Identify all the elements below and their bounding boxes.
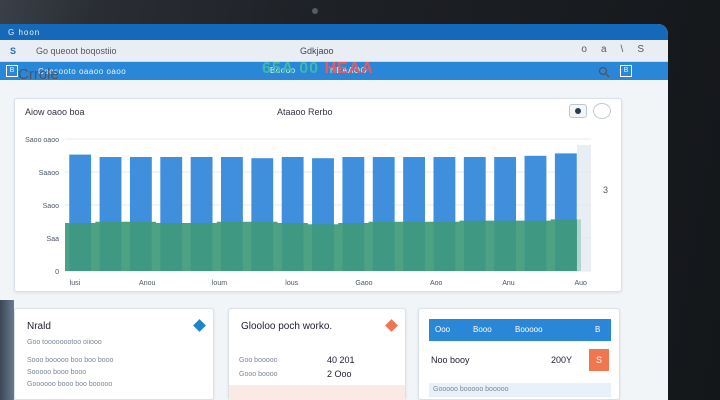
device-bezel: G hoon S Go queoot boqostiio Gdkjaoo o a… — [0, 0, 720, 400]
y-tick-label: Saoo — [43, 203, 59, 210]
y-tick-label: Saaoo — [39, 170, 59, 177]
card1-line2: Sooo booooo boo boo booo — [27, 357, 114, 364]
app-brand: G hoon — [8, 27, 41, 37]
search-icon[interactable] — [598, 66, 610, 81]
y-tick-label: Saoo oaoo — [25, 137, 59, 144]
page-code-part2: 00 — [299, 60, 325, 77]
info-card-1[interactable]: Nrald Goo toooooootoo oiiooo Sooo booooo… — [14, 308, 214, 400]
diamond-icon — [193, 319, 206, 332]
address-field[interactable]: Go queoot boqostiio — [36, 46, 117, 56]
card1-line4: Goooooo booo boo booooo — [27, 381, 113, 388]
camera-dot — [312, 8, 318, 14]
menu-box-icon[interactable]: B — [6, 65, 18, 77]
card3-h2: Booo — [473, 325, 492, 334]
side-value: 3 — [603, 185, 608, 195]
card2-row2-label: Gooo boooo — [239, 371, 278, 378]
y-tick-label: Saa — [47, 236, 60, 243]
y-tick-label: 0 — [55, 269, 59, 276]
range-marker — [577, 145, 591, 271]
toolbar-title: Gdkjaoo — [300, 46, 334, 56]
address-toolbar: S Go queoot boqostiio Gdkjaoo o a \ S — [0, 40, 668, 62]
chart-title: Aiow oaoo boa — [25, 107, 85, 117]
x-tick-label: Auo — [574, 280, 587, 287]
card1-line3: Sooooo booo booo — [27, 369, 87, 376]
options-button[interactable] — [593, 103, 611, 119]
card2-footer-strip — [229, 385, 405, 400]
diamond-icon — [385, 319, 398, 332]
bell-icon[interactable]: a — [601, 44, 607, 55]
site-icon[interactable]: S — [10, 46, 24, 56]
title-bar: G hoon — [0, 24, 668, 40]
info-card-2[interactable]: Glooloo poch worko. Goo booooo 40 201 Go… — [228, 308, 406, 400]
chart-card: Aiow oaoo boa Ataaoo Rerbo Saoo oaoo Saao… — [14, 98, 622, 292]
page-title: Crrole — [18, 66, 59, 83]
record-button[interactable] — [569, 104, 587, 118]
toolbar-icons: o a \ S — [581, 44, 644, 55]
chart-subtitle: Ataaoo Rerbo — [277, 107, 333, 117]
card3-h4[interactable]: B — [595, 325, 600, 334]
x-tick-label: Anou — [139, 280, 155, 287]
app-screen: G hoon S Go queoot boqostiio Gdkjaoo o a… — [0, 24, 668, 400]
card3-h1: Ooo — [435, 325, 451, 334]
x-tick-label: Aoo — [430, 280, 443, 287]
card3-badge[interactable]: S — [589, 349, 609, 371]
x-tick-label: loum — [212, 280, 227, 287]
card2-row2-value: 2 Ooo — [327, 369, 352, 379]
card2-row1-value: 40 201 — [327, 355, 355, 365]
x-tick-label: lusi — [70, 280, 81, 287]
info-card-3[interactable]: Ooo Booo Booooo B Noo booy 200Y S Gooooo… — [418, 308, 620, 400]
card2-title: Glooloo poch worko. — [241, 321, 333, 332]
card3-header: Ooo Booo Booooo B — [429, 319, 611, 341]
x-tick-label: lous — [285, 280, 298, 287]
page-code-part1: 65A — [262, 60, 294, 77]
card3-line1: Gooooo booooo booooo — [433, 386, 509, 393]
x-tick-label: Anu — [502, 280, 515, 287]
slash-icon[interactable]: \ — [621, 44, 624, 55]
area-series — [65, 219, 581, 271]
card3-label: Noo booy — [431, 355, 470, 365]
bar-chart: Saoo oaoo Saaoo Saoo Saa 0 3 lusi Anou loum lous G… — [25, 137, 608, 287]
card2-row1-label: Goo booooo — [239, 357, 278, 364]
card1-line1: Goo toooooootoo oiiooo — [27, 339, 102, 346]
page-code: 65A 00 HEAA — [262, 60, 374, 78]
settings-icon[interactable]: S — [637, 44, 644, 55]
card3-footer-strip: Gooooo booooo booooo — [429, 383, 611, 397]
x-tick-label: Gaoo — [355, 280, 372, 287]
card3-value: 200Y — [551, 355, 573, 365]
nav-end-icon[interactable]: B — [620, 65, 632, 77]
card1-title: Nrald — [27, 321, 51, 332]
circle-icon[interactable]: o — [581, 44, 587, 55]
page-code-part3: HEAA — [324, 60, 374, 77]
card3-h3: Booooo — [515, 325, 543, 334]
edge-shadow — [0, 300, 14, 400]
